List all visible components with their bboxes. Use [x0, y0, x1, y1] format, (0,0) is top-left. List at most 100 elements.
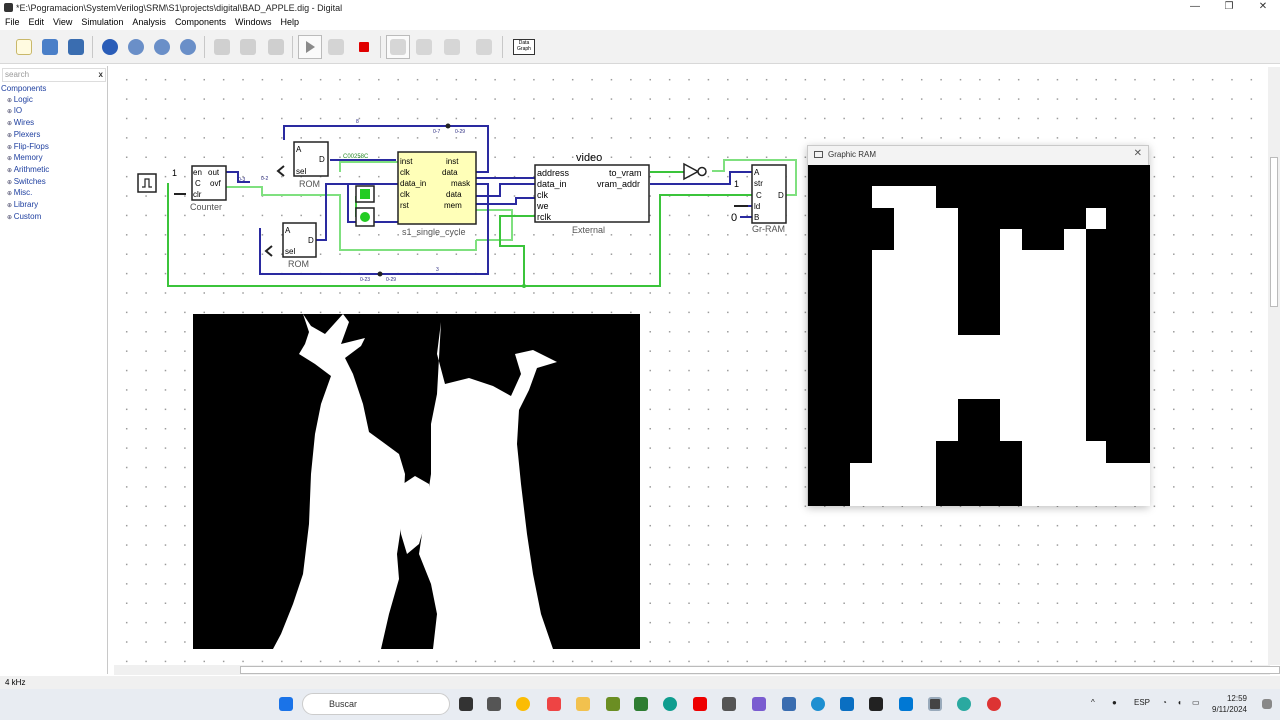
gram-pin-str: str: [754, 179, 763, 188]
digital-app-icon[interactable]: [928, 697, 942, 711]
gram-pin-d: D: [778, 191, 784, 200]
excel-icon[interactable]: [634, 697, 648, 711]
rom2-pin-a: A: [285, 226, 291, 235]
vertical-scrollbar[interactable]: [1268, 67, 1280, 665]
external-title: video: [576, 152, 602, 164]
vscode-icon[interactable]: [840, 697, 854, 711]
git-icon[interactable]: [782, 697, 796, 711]
rom2-pin-d: D: [308, 236, 314, 245]
browser-icon[interactable]: [957, 697, 971, 711]
clock[interactable]: 12:59 9/11/2024: [1212, 693, 1247, 715]
ext-out-vram-addr: vram_addr: [597, 179, 640, 189]
volume-icon[interactable]: ◖: [1177, 698, 1182, 707]
ext-out-to-vram: to_vram: [609, 168, 642, 178]
graphic-ram-close-button[interactable]: ✕: [1134, 148, 1142, 159]
hex-value-label: C00258C: [343, 154, 369, 160]
widgets-icon[interactable]: [487, 697, 501, 711]
counter-const-one: 1: [172, 168, 177, 178]
bus-label: 0-7: [433, 129, 440, 135]
cpu-out-mask: mask: [451, 179, 471, 188]
teams-icon[interactable]: [752, 697, 766, 711]
cpu-in-data-in: data_in: [400, 179, 426, 188]
button-indicator-icon: [360, 212, 370, 222]
junction-dot: [377, 271, 383, 277]
start-icon[interactable]: [279, 697, 293, 711]
counter-pin-out: out: [208, 168, 220, 177]
task-view-icon[interactable]: [459, 697, 473, 711]
minecraft-icon[interactable]: [606, 697, 620, 711]
bus-wire: [476, 183, 536, 197]
horizontal-scrollbar[interactable]: [114, 665, 1280, 675]
clock-date: 9/11/2024: [1212, 705, 1247, 714]
rom1-pin-d: D: [319, 155, 325, 164]
counter-label: Counter: [190, 202, 222, 212]
microphone-icon[interactable]: ●: [1112, 698, 1117, 707]
rom1-pin-sel: sel: [296, 167, 306, 176]
ext-in-we: we: [536, 201, 549, 211]
taskbar-search[interactable]: Buscar: [302, 693, 450, 715]
terminal-icon[interactable]: [722, 697, 736, 711]
wifi-icon[interactable]: ◔: [1162, 698, 1167, 707]
wire-green: [339, 161, 400, 172]
counter-pin-ovf: ovf: [210, 179, 221, 188]
bus-label: 0-29: [386, 277, 396, 283]
chrome-icon[interactable]: [516, 697, 530, 711]
gram-label: Gr-RAM: [752, 224, 785, 234]
ext-in-clk: clk: [537, 190, 548, 200]
ext-in-address: address: [537, 168, 570, 178]
rom1-sel-arrow: [276, 165, 285, 177]
wire-green: [499, 215, 536, 286]
bus-label: 0-2: [261, 176, 268, 182]
rom1-pin-a: A: [296, 145, 302, 154]
junction-dot: [445, 123, 451, 129]
bus-label: 8: [356, 119, 359, 125]
edge-dev-icon[interactable]: [811, 697, 825, 711]
gram-const-one: 1: [734, 179, 739, 189]
edge-icon[interactable]: [663, 697, 677, 711]
cpu-label: s1_single_cycle: [402, 227, 466, 237]
cpu-out-inst: inst: [446, 157, 459, 166]
bus-wire: [476, 197, 536, 205]
language-indicator[interactable]: ESP: [1134, 698, 1150, 707]
gram-pin-c: C: [756, 191, 762, 200]
junction-dot: [522, 284, 526, 288]
counter-pin-en: en: [193, 168, 202, 177]
right-figure: [419, 322, 557, 649]
console-icon[interactable]: [869, 697, 883, 711]
brave-icon[interactable]: [547, 697, 561, 711]
vertical-scroll-thumb[interactable]: [1270, 157, 1278, 307]
clock-component: [137, 173, 157, 193]
not-gate-bubble: [697, 166, 707, 177]
gram-pin-b: B: [754, 213, 759, 222]
clock-time: 12:59: [1226, 694, 1247, 703]
bus-label: 3: [436, 267, 439, 273]
frequency-label: 4 kHz: [5, 678, 26, 687]
counter-pin-c: C: [195, 179, 201, 188]
gram-pin-ld: ld: [754, 202, 760, 211]
not-gate-icon: [683, 162, 700, 181]
tray-chevron-icon[interactable]: ^: [1091, 698, 1095, 707]
horizontal-scroll-thumb[interactable]: [240, 666, 1280, 674]
rom2-pin-sel: sel: [285, 247, 295, 256]
graphic-ram-title: Graphic RAM: [828, 150, 877, 159]
window-icon: [814, 151, 823, 158]
cpu-in-rst: rst: [400, 201, 410, 210]
wire-green: [476, 209, 513, 241]
graphic-ram-display: [808, 165, 1150, 506]
chatgpt-icon[interactable]: [987, 697, 1001, 711]
cpu-out-data: data: [442, 168, 458, 177]
bus-label: 0-29: [455, 129, 465, 135]
youtube-icon[interactable]: [693, 697, 707, 711]
notification-icon[interactable]: [1262, 699, 1272, 709]
cpu-out-data-out: data: [446, 190, 462, 199]
counter-pin-clr: clr: [193, 190, 202, 199]
gram-const-zero: 0: [731, 212, 737, 224]
rom2-sel-arrow: [264, 245, 273, 257]
store-icon[interactable]: [899, 697, 913, 711]
ext-in-data-in: data_in: [537, 179, 567, 189]
file-explorer-icon[interactable]: [576, 697, 590, 711]
cpu-in-clk: clk: [400, 168, 411, 177]
graphic-ram-window[interactable]: Graphic RAM ✕: [807, 145, 1150, 506]
cpu-in-clk-en: clk: [400, 190, 411, 199]
battery-icon[interactable]: ▭: [1192, 698, 1200, 707]
